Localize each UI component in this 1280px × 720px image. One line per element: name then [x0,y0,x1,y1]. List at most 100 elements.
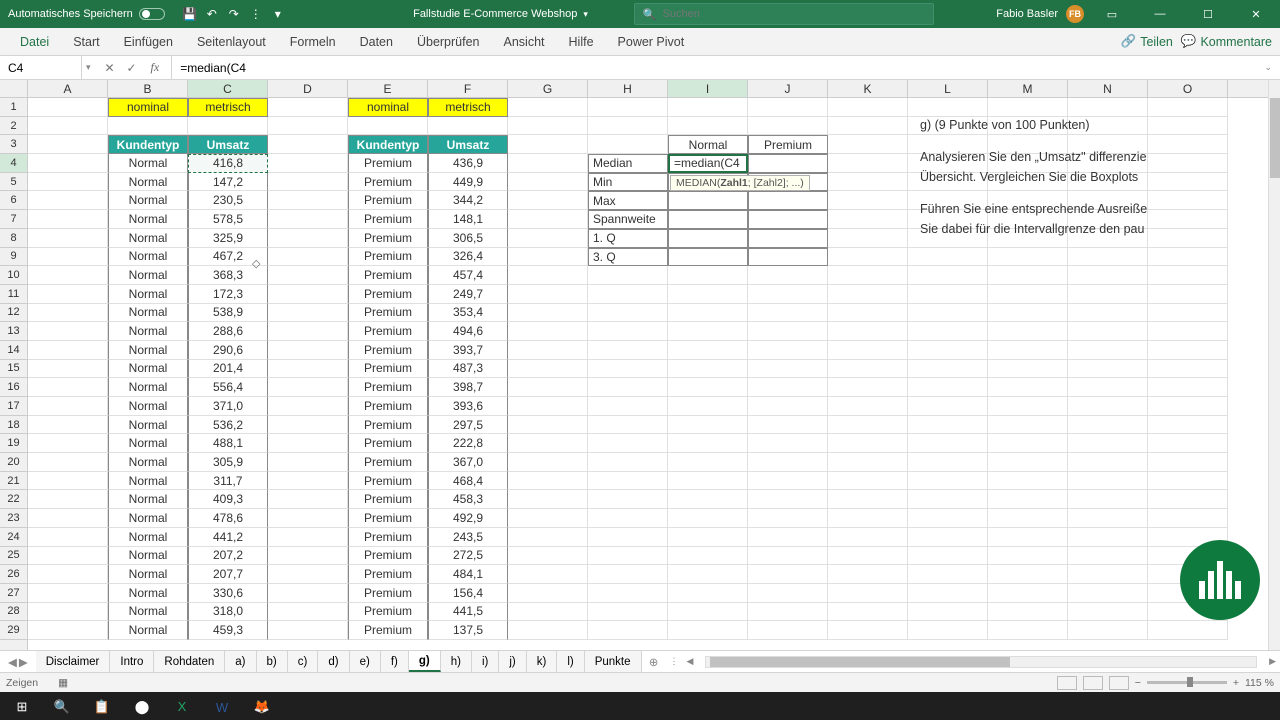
cell-A9[interactable] [28,248,108,267]
expand-formula-bar-icon[interactable]: ⌄ [1256,62,1280,73]
cell-D16[interactable] [268,378,348,397]
user-name[interactable]: Fabio Basler [996,8,1058,20]
cell-K5[interactable] [828,173,908,192]
cell-C14[interactable]: 290,6 [188,341,268,360]
cell-B19[interactable]: Normal [108,434,188,453]
dropdown-icon[interactable]: ▾ [269,5,287,23]
cell-B22[interactable]: Normal [108,490,188,509]
row-header-15[interactable]: 15 [0,360,27,379]
cell-F11[interactable]: 249,7 [428,285,508,304]
cell-C29[interactable]: 459,3 [188,621,268,640]
normal-view-icon[interactable] [1057,676,1077,690]
fx-icon[interactable]: fx [145,60,166,75]
cell-A25[interactable] [28,547,108,566]
cell-A29[interactable] [28,621,108,640]
cell-D8[interactable] [268,229,348,248]
cell-I8[interactable] [668,229,748,248]
col-header-B[interactable]: B [108,80,188,97]
cell-E16[interactable]: Premium [348,378,428,397]
cell-A22[interactable] [28,490,108,509]
cell-F22[interactable]: 458,3 [428,490,508,509]
cell-G11[interactable] [508,285,588,304]
cell-E22[interactable]: Premium [348,490,428,509]
cell-F17[interactable]: 393,6 [428,397,508,416]
cell-H15[interactable] [588,360,668,379]
cell-G1[interactable] [508,98,588,117]
cell-O14[interactable] [1148,341,1228,360]
cell-D23[interactable] [268,509,348,528]
cell-I22[interactable] [668,490,748,509]
cell-H20[interactable] [588,453,668,472]
cell-H5[interactable]: Min [588,173,668,192]
cell-H12[interactable] [588,304,668,323]
col-header-G[interactable]: G [508,80,588,97]
page-break-view-icon[interactable] [1109,676,1129,690]
sheet-tab-c[interactable]: c) [288,651,319,672]
cell-A18[interactable] [28,416,108,435]
row-header-24[interactable]: 24 [0,528,27,547]
cell-F7[interactable]: 148,1 [428,210,508,229]
row-header-22[interactable]: 22 [0,490,27,509]
cell-D13[interactable] [268,322,348,341]
cell-F15[interactable]: 487,3 [428,360,508,379]
cell-H29[interactable] [588,621,668,640]
cell-B23[interactable]: Normal [108,509,188,528]
cell-K18[interactable] [828,416,908,435]
cell-K2[interactable] [828,117,908,136]
cell-H4[interactable]: Median [588,154,668,173]
cell-I14[interactable] [668,341,748,360]
cell-M24[interactable] [988,528,1068,547]
tab-powerpivot[interactable]: Power Pivot [606,28,697,55]
cell-E20[interactable]: Premium [348,453,428,472]
cell-I6[interactable] [668,191,748,210]
cell-K4[interactable] [828,154,908,173]
cell-J22[interactable] [748,490,828,509]
cell-A26[interactable] [28,565,108,584]
cell-M9[interactable] [988,248,1068,267]
cell-L24[interactable] [908,528,988,547]
cell-A24[interactable] [28,528,108,547]
cell-C7[interactable]: 578,5 [188,210,268,229]
col-header-L[interactable]: L [908,80,988,97]
cell-M20[interactable] [988,453,1068,472]
cell-G2[interactable] [508,117,588,136]
macro-record-icon[interactable]: ▦ [58,677,68,689]
col-header-E[interactable]: E [348,80,428,97]
cell-H16[interactable] [588,378,668,397]
tab-formulas[interactable]: Formeln [278,28,348,55]
tab-insert[interactable]: Einfügen [112,28,185,55]
cell-A28[interactable] [28,603,108,622]
col-header-D[interactable]: D [268,80,348,97]
cell-C3[interactable]: Umsatz [188,135,268,154]
cell-K16[interactable] [828,378,908,397]
cell-M28[interactable] [988,603,1068,622]
cell-B2[interactable] [108,117,188,136]
cell-D12[interactable] [268,304,348,323]
page-layout-view-icon[interactable] [1083,676,1103,690]
cell-J27[interactable] [748,584,828,603]
cell-J21[interactable] [748,472,828,491]
cell-J24[interactable] [748,528,828,547]
row-header-3[interactable]: 3 [0,135,27,154]
cell-C6[interactable]: 230,5 [188,191,268,210]
excel-taskbar-icon[interactable]: X [164,692,200,720]
cell-N9[interactable] [1068,248,1148,267]
cell-A12[interactable] [28,304,108,323]
cell-A15[interactable] [28,360,108,379]
cell-I11[interactable] [668,285,748,304]
cell-J28[interactable] [748,603,828,622]
cell-B15[interactable]: Normal [108,360,188,379]
row-header-27[interactable]: 27 [0,584,27,603]
cell-M26[interactable] [988,565,1068,584]
cell-F26[interactable]: 484,1 [428,565,508,584]
cell-H17[interactable] [588,397,668,416]
cell-K23[interactable] [828,509,908,528]
cell-G21[interactable] [508,472,588,491]
cell-J26[interactable] [748,565,828,584]
cell-B18[interactable]: Normal [108,416,188,435]
cell-F20[interactable]: 367,0 [428,453,508,472]
cell-F6[interactable]: 344,2 [428,191,508,210]
cell-F12[interactable]: 353,4 [428,304,508,323]
cell-F9[interactable]: 326,4 [428,248,508,267]
cell-D20[interactable] [268,453,348,472]
